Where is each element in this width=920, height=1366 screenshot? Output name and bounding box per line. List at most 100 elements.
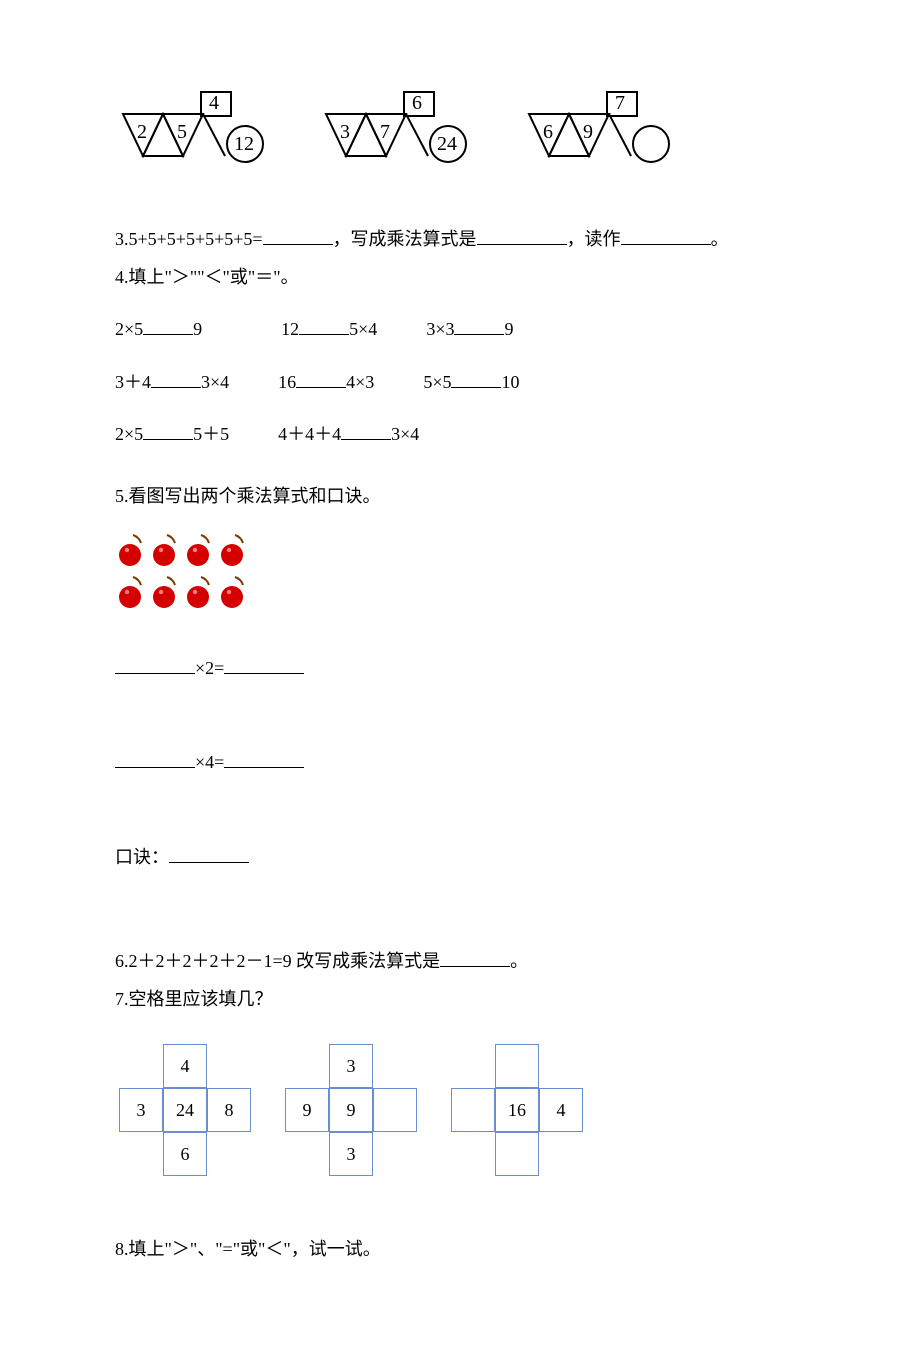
question-6: 6.2＋2＋2＋2＋2－1=9 改写成乘法算式是。 [115,944,805,978]
blank[interactable] [224,653,304,675]
pair-l: 3×3 [426,319,454,339]
pair-l: 2×5 [115,424,143,444]
q4-row: 3＋4 3×4 16 4×3 5×5 10 [115,365,805,399]
q5-eq1-mid: ×2= [195,658,224,678]
pair-l: 5×5 [423,372,451,392]
blank[interactable] [296,366,346,388]
cherry-icon [115,575,145,609]
pair-r: 4×3 [346,372,374,392]
tri-a: 3 [340,121,350,143]
cell-left[interactable]: 9 [285,1088,329,1132]
cell-bottom[interactable]: 6 [163,1132,207,1176]
cell-top[interactable]: 4 [163,1044,207,1088]
tri-b: 7 [380,121,390,143]
q3-seg3: 。 [711,229,729,249]
blank[interactable] [477,223,567,245]
blank[interactable] [143,314,193,336]
cherry-icon [115,533,145,567]
pair-l: 2×5 [115,319,143,339]
cell-left[interactable] [451,1088,495,1132]
cell-top[interactable]: 3 [329,1044,373,1088]
pair-l: 3＋4 [115,372,151,392]
cross-row: 4 3 24 8 6 3 9 9 3 16 4 [115,1044,805,1184]
q5-mnemonic: 口诀： [115,840,805,874]
pair-r: 10 [501,372,519,392]
blank[interactable] [341,418,391,440]
question-7: 7.空格里应该填几？ 4 3 24 8 6 3 9 9 3 16 4 [115,982,805,1184]
q3-number: 3. [115,229,129,249]
pair-l: 4＋4＋4 [278,424,341,444]
tri-out: 12 [234,133,254,155]
cross-puzzle: 16 4 [447,1044,587,1184]
q3-expr: 5+5+5+5+5+5+5= [129,229,263,249]
pair-r: 3×4 [391,424,419,444]
cherry-icon [149,575,179,609]
triangle-unit: 6 9 7 [521,106,696,166]
tri-top: 4 [209,92,219,114]
q8-label: 8.填上"＞"、"="或"＜"，试一试。 [115,1232,805,1266]
blank[interactable] [115,653,195,675]
cell-bottom[interactable] [495,1132,539,1176]
pair-r: 5＋5 [193,424,229,444]
blank[interactable] [454,314,504,336]
blank[interactable] [440,945,510,967]
question-8: 8.填上"＞"、"="或"＜"，试一试。 [115,1232,805,1266]
q5-eq1: ×2= [115,651,805,685]
q3-seg2: ，读作 [567,229,621,249]
pair-l: 12 [281,319,299,339]
pair-r: 5×4 [349,319,377,339]
cell-right[interactable] [373,1088,417,1132]
tri-top: 6 [412,92,422,114]
question-5: 5.看图写出两个乘法算式和口诀。 ×2= ×4= 口诀： [115,479,805,874]
pair-r: 9 [193,319,202,339]
cell-bottom[interactable]: 3 [329,1132,373,1176]
cell-left[interactable]: 3 [119,1088,163,1132]
blank[interactable] [143,418,193,440]
question-3: 3.5+5+5+5+5+5+5= ，写成乘法算式是 ，读作 。 [115,222,805,256]
cross-puzzle: 4 3 24 8 6 [115,1044,255,1184]
q3-seg1: ，写成乘法算式是 [333,229,477,249]
cross-puzzle: 3 9 9 3 [281,1044,421,1184]
pair-l: 16 [278,372,296,392]
cherry-icon [217,533,247,567]
blank[interactable] [169,841,249,863]
cherry-icon [217,575,247,609]
tri-top: 7 [615,92,625,114]
cherry-row [115,533,805,567]
q7-label: 7.空格里应该填几？ [115,982,805,1016]
cell-top[interactable] [495,1044,539,1088]
q4-row: 2×5 5＋5 4＋4＋4 3×4 [115,417,805,451]
question-4: 4.填上"＞""＜"或"＝"。 2×5 9 12 5×4 3×3 9 3＋4 3×4 1… [115,260,805,451]
cell-right[interactable]: 8 [207,1088,251,1132]
cell-center[interactable]: 16 [495,1088,539,1132]
blank[interactable] [299,314,349,336]
tri-out: 24 [437,133,457,155]
blank[interactable] [115,747,195,769]
cell-right[interactable]: 4 [539,1088,583,1132]
q5-eq2-mid: ×4= [195,752,224,772]
q5-eq2: ×4= [115,745,805,779]
q4-label: 4.填上"＞""＜"或"＝"。 [115,260,805,294]
blank[interactable] [451,366,501,388]
cell-center[interactable]: 9 [329,1088,373,1132]
q4-row: 2×5 9 12 5×4 3×3 9 [115,312,805,346]
tri-a: 2 [137,121,147,143]
cherry-icon [183,575,213,609]
pair-r: 3×4 [201,372,229,392]
blank[interactable] [621,223,711,245]
triangle-unit: 2 5 4 12 [115,106,290,166]
blank[interactable] [151,366,201,388]
triangle-puzzle-row: 2 5 4 12 3 7 6 24 6 9 [115,106,805,166]
blank[interactable] [263,223,333,245]
pair-r: 9 [504,319,513,339]
cherry-icon [149,533,179,567]
q6-suffix: 。 [510,951,528,971]
tri-b: 5 [177,121,187,143]
q6-num: 6. [115,951,129,971]
tri-a: 6 [543,121,553,143]
cell-center[interactable]: 24 [163,1088,207,1132]
q5-label: 5.看图写出两个乘法算式和口诀。 [115,479,805,513]
blank[interactable] [224,747,304,769]
tri-b: 9 [583,121,593,143]
mnemonic-label: 口诀： [115,847,169,867]
